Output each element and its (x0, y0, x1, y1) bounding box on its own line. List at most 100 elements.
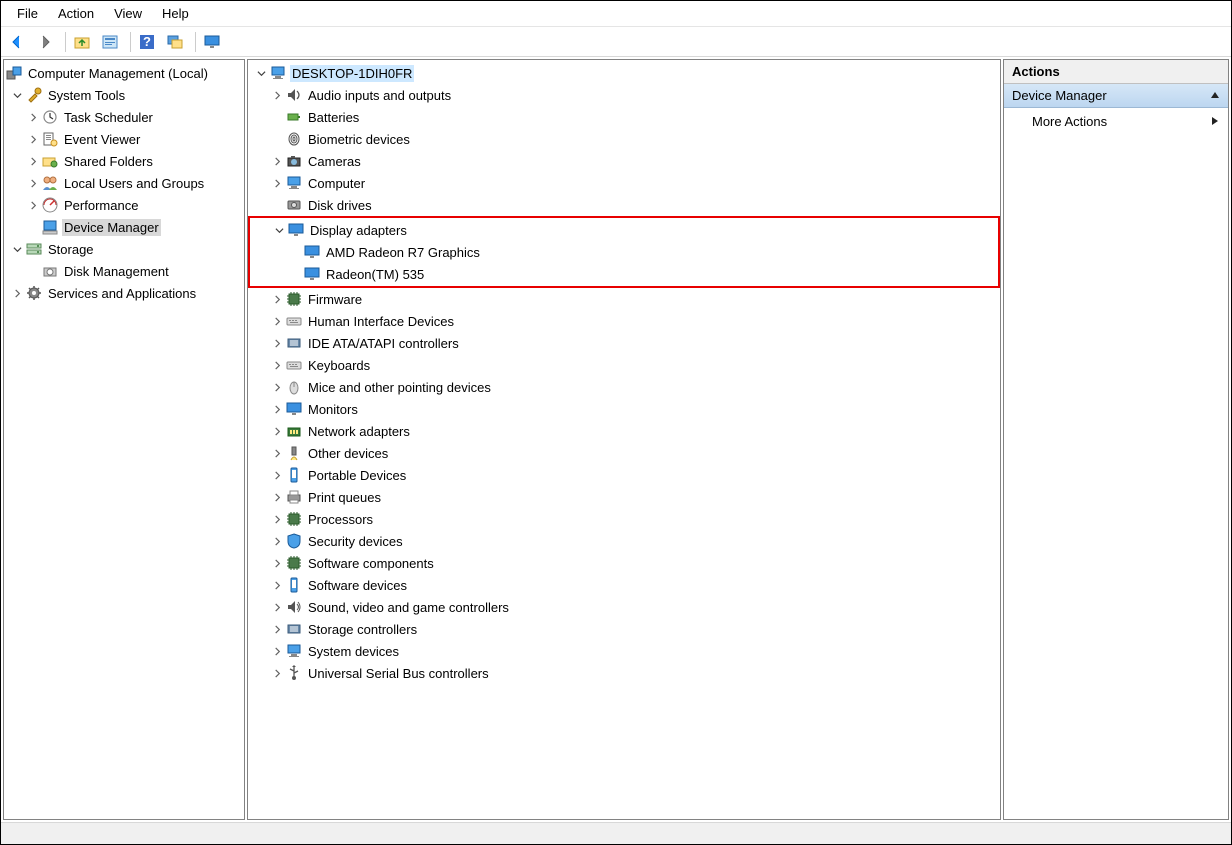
tree-root-computer-management[interactable]: Computer Management (Local) (4, 62, 244, 84)
monitors-button[interactable] (202, 30, 226, 54)
expand-toggle[interactable] (270, 424, 284, 438)
expand-toggle[interactable] (270, 644, 284, 658)
device-cat-firmware[interactable]: Firmware (248, 288, 1000, 310)
show-hide-button[interactable] (165, 30, 189, 54)
expand-toggle[interactable] (10, 242, 24, 256)
tree-services-apps[interactable]: Services and Applications (4, 282, 244, 304)
tree-storage[interactable]: Storage (4, 238, 244, 260)
expand-toggle[interactable] (26, 132, 40, 146)
expand-toggle[interactable] (270, 88, 284, 102)
device-cat-usb[interactable]: Universal Serial Bus controllers (248, 662, 1000, 684)
tree-disk-management[interactable]: Disk Management (4, 260, 244, 282)
device-label: Monitors (306, 401, 360, 418)
device-cat-keyboards[interactable]: Keyboards (248, 354, 1000, 376)
pane-icon (167, 34, 183, 50)
device-cat-system-devices[interactable]: System devices (248, 640, 1000, 662)
expand-toggle[interactable] (26, 154, 40, 168)
device-cat-network[interactable]: Network adapters (248, 420, 1000, 442)
device-cat-audio[interactable]: Audio inputs and outputs (248, 84, 1000, 106)
menu-action[interactable]: Action (48, 4, 104, 23)
properties-button[interactable] (100, 30, 124, 54)
device-cat-disk-drives[interactable]: Disk drives (248, 194, 1000, 216)
event-icon (42, 131, 58, 147)
expand-toggle[interactable] (270, 314, 284, 328)
tree-system-tools[interactable]: System Tools (4, 84, 244, 106)
device-cat-sw-components[interactable]: Software components (248, 552, 1000, 574)
device-cat-processors[interactable]: Processors (248, 508, 1000, 530)
menu-file[interactable]: File (7, 4, 48, 23)
camera-icon (286, 153, 302, 169)
expand-toggle[interactable] (270, 468, 284, 482)
device-gpu-amd-r7[interactable]: AMD Radeon R7 Graphics (250, 241, 998, 263)
actions-section[interactable]: Device Manager (1004, 84, 1228, 108)
tree-performance[interactable]: Performance (4, 194, 244, 216)
menu-view[interactable]: View (104, 4, 152, 23)
device-cat-mice[interactable]: Mice and other pointing devices (248, 376, 1000, 398)
expand-toggle[interactable] (270, 446, 284, 460)
device-cat-security[interactable]: Security devices (248, 530, 1000, 552)
expand-toggle[interactable] (270, 534, 284, 548)
tree-task-scheduler[interactable]: Task Scheduler (4, 106, 244, 128)
folder-up-icon (74, 34, 90, 50)
device-cat-storage-controllers[interactable]: Storage controllers (248, 618, 1000, 640)
performance-icon (42, 197, 58, 213)
device-label: Storage controllers (306, 621, 419, 638)
device-gpu-radeon-535[interactable]: Radeon(TM) 535 (250, 263, 998, 285)
device-cat-batteries[interactable]: Batteries (248, 106, 1000, 128)
tree-local-users[interactable]: Local Users and Groups (4, 172, 244, 194)
expand-toggle[interactable] (270, 600, 284, 614)
status-bar (1, 822, 1231, 844)
expand-toggle[interactable] (270, 556, 284, 570)
expand-toggle[interactable] (270, 292, 284, 306)
expand-toggle[interactable] (270, 578, 284, 592)
expand-toggle[interactable] (270, 380, 284, 394)
expand-toggle[interactable] (272, 223, 286, 237)
expand-toggle[interactable] (26, 110, 40, 124)
expand-toggle[interactable] (270, 490, 284, 504)
help-button[interactable] (137, 30, 161, 54)
device-cat-portable[interactable]: Portable Devices (248, 464, 1000, 486)
nav-back-button[interactable] (7, 30, 31, 54)
device-cat-sw-devices[interactable]: Software devices (248, 574, 1000, 596)
device-cat-sound[interactable]: Sound, video and game controllers (248, 596, 1000, 618)
device-cat-cameras[interactable]: Cameras (248, 150, 1000, 172)
up-folder-button[interactable] (72, 30, 96, 54)
device-cat-hid[interactable]: Human Interface Devices (248, 310, 1000, 332)
tree-label: Computer Management (Local) (26, 65, 210, 82)
help-icon (139, 34, 155, 50)
expand-toggle[interactable] (270, 336, 284, 350)
device-cat-display-adapters[interactable]: Display adapters (250, 219, 998, 241)
device-label: Other devices (306, 445, 390, 462)
tree-event-viewer[interactable]: Event Viewer (4, 128, 244, 150)
expand-toggle[interactable] (254, 66, 268, 80)
device-label: Security devices (306, 533, 405, 550)
tree-device-manager[interactable]: Device Manager (4, 216, 244, 238)
clock-icon (42, 109, 58, 125)
device-label: Software components (306, 555, 436, 572)
expand-toggle[interactable] (270, 512, 284, 526)
expand-toggle[interactable] (26, 198, 40, 212)
device-label: Portable Devices (306, 467, 408, 484)
expand-toggle[interactable] (270, 154, 284, 168)
actions-more-actions[interactable]: More Actions (1004, 108, 1228, 135)
device-cat-monitors[interactable]: Monitors (248, 398, 1000, 420)
device-cat-biometric[interactable]: Biometric devices (248, 128, 1000, 150)
expand-toggle[interactable] (26, 176, 40, 190)
expand-toggle[interactable] (270, 176, 284, 190)
nav-forward-button[interactable] (35, 30, 59, 54)
device-cat-print-queues[interactable]: Print queues (248, 486, 1000, 508)
expand-toggle[interactable] (10, 286, 24, 300)
device-cat-computer[interactable]: Computer (248, 172, 1000, 194)
expand-toggle[interactable] (270, 622, 284, 636)
menu-help[interactable]: Help (152, 4, 199, 23)
device-root[interactable]: DESKTOP-1DIH0FR (248, 62, 1000, 84)
expand-toggle[interactable] (270, 358, 284, 372)
expand-toggle[interactable] (10, 88, 24, 102)
expand-toggle[interactable] (270, 402, 284, 416)
tree-shared-folders[interactable]: Shared Folders (4, 150, 244, 172)
expand-toggle[interactable] (270, 666, 284, 680)
device-cat-ide[interactable]: IDE ATA/ATAPI controllers (248, 332, 1000, 354)
monitor-small-icon (286, 401, 302, 417)
device-label: Print queues (306, 489, 383, 506)
device-cat-other[interactable]: Other devices (248, 442, 1000, 464)
